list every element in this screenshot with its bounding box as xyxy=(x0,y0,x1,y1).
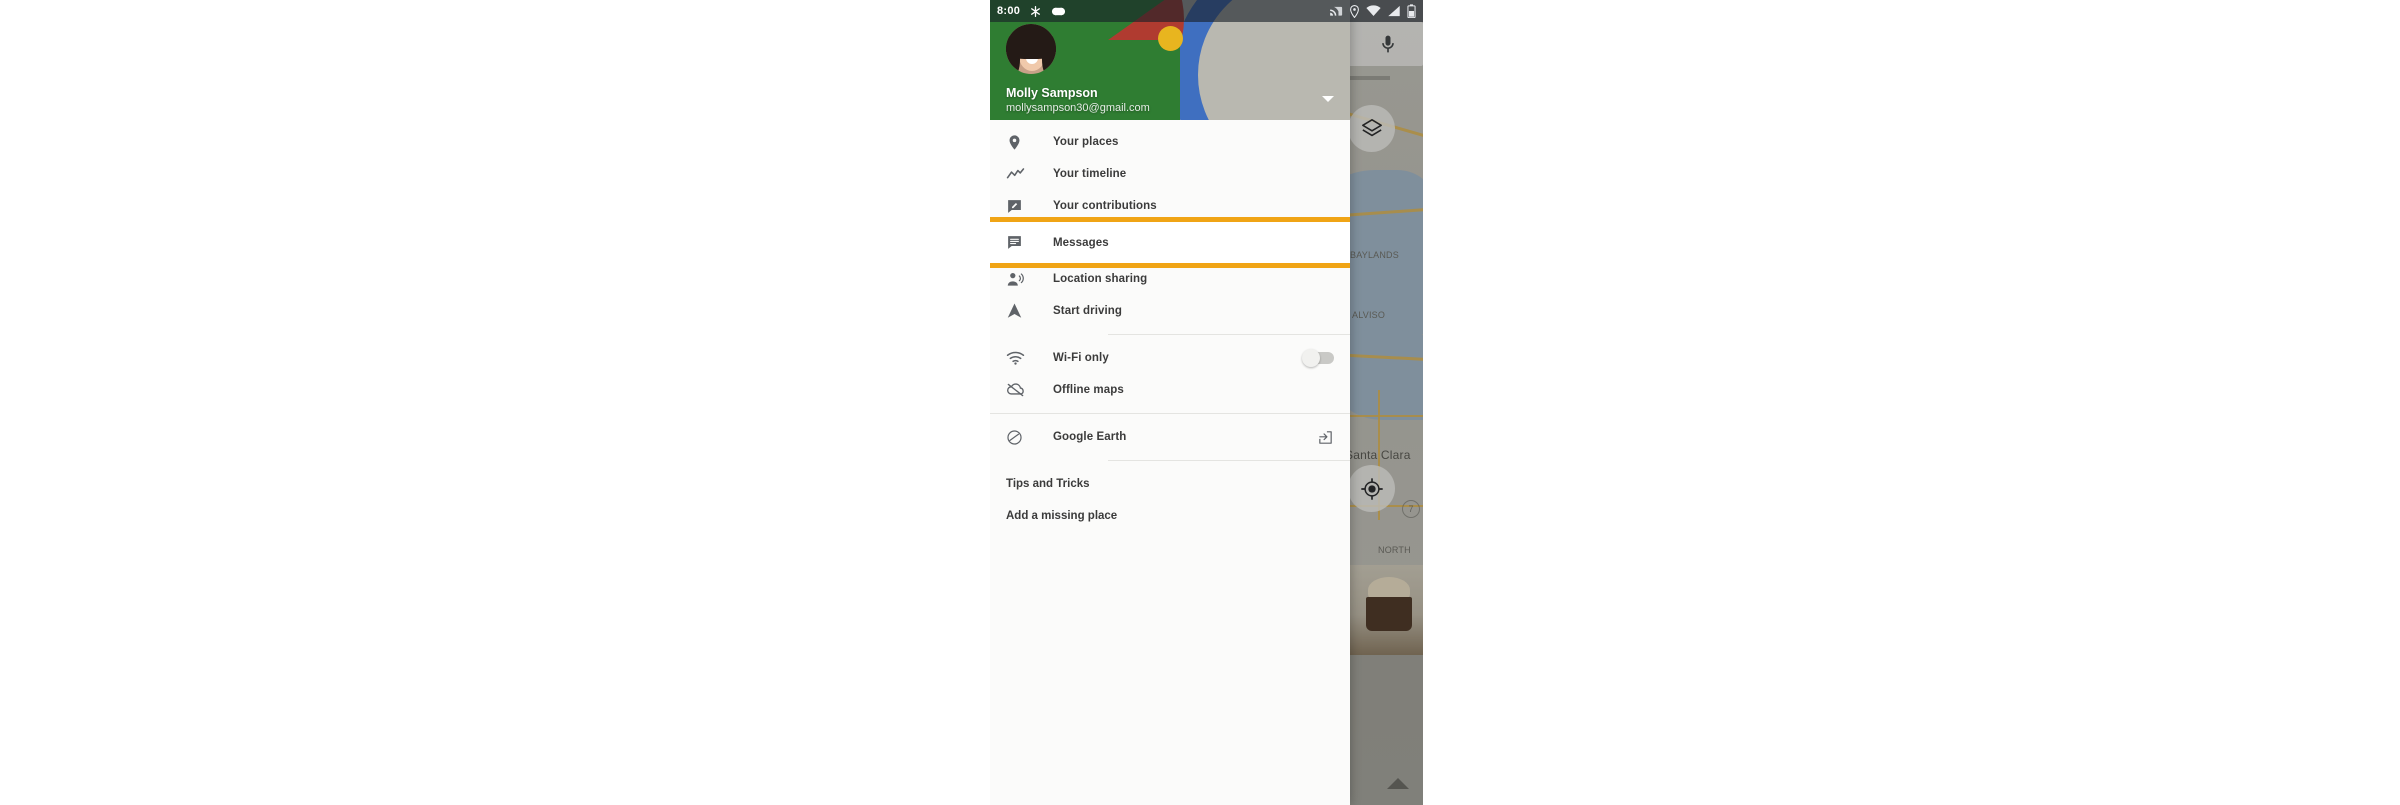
menu-item-label: Your contributions xyxy=(1053,200,1157,212)
menu-item-messages[interactable]: Messages xyxy=(990,217,1350,268)
toggle-knob xyxy=(1302,349,1320,367)
menu-item-add-a-missing-place[interactable]: Add a missing place xyxy=(990,500,1350,532)
wifi-only-toggle[interactable] xyxy=(1302,349,1334,367)
navigation-arrow-icon xyxy=(1006,302,1042,320)
menu-divider xyxy=(1108,334,1350,335)
notification-icon-2 xyxy=(1052,7,1066,15)
chevron-down-icon[interactable] xyxy=(1322,96,1334,102)
drawer-menu-group-primary: Your places Your timeline Your contribut… xyxy=(990,120,1350,532)
menu-item-label: Add a missing place xyxy=(1006,510,1118,522)
wifi-icon xyxy=(1366,5,1381,16)
navigation-drawer: Molly Sampson mollysampson30@gmail.com Y… xyxy=(990,0,1350,805)
wifi-icon xyxy=(1006,350,1042,366)
menu-item-label: Tips and Tricks xyxy=(1006,478,1090,490)
location-sharing-icon xyxy=(1006,271,1042,288)
menu-divider xyxy=(1108,460,1350,461)
menu-item-tips-and-tricks[interactable]: Tips and Tricks xyxy=(990,468,1350,500)
menu-item-label: Your timeline xyxy=(1053,168,1127,180)
timeline-icon xyxy=(1006,166,1042,183)
notification-icon xyxy=(1031,5,1041,17)
menu-item-your-contributions[interactable]: Your contributions xyxy=(990,190,1350,222)
status-bar-time: 8:00 xyxy=(997,5,1021,17)
menu-item-your-places[interactable]: Your places xyxy=(990,126,1350,158)
menu-item-label: Start driving xyxy=(1053,305,1123,317)
message-icon xyxy=(1006,234,1042,251)
header-art-yellow xyxy=(1158,26,1183,51)
cast-icon xyxy=(1330,6,1343,16)
contributions-icon xyxy=(1006,198,1042,215)
status-bar: 8:00 xyxy=(990,0,1423,22)
menu-item-label: Offline maps xyxy=(1053,384,1124,396)
place-pin-icon xyxy=(1006,134,1042,151)
menu-item-label: Location sharing xyxy=(1053,273,1148,285)
account-name: Molly Sampson xyxy=(1006,86,1098,100)
menu-divider xyxy=(990,413,1350,414)
open-external-icon xyxy=(1319,430,1332,444)
phone-screenshot: BAYLANDS ALVISO Santa Clara NORTH 7 7 xyxy=(990,0,1423,805)
menu-item-label: Google Earth xyxy=(1053,431,1127,443)
avatar-hair-right xyxy=(1042,36,1056,74)
signal-icon xyxy=(1388,5,1400,17)
menu-item-label: Wi-Fi only xyxy=(1053,352,1109,364)
menu-item-offline-maps[interactable]: Offline maps xyxy=(990,374,1350,406)
menu-item-start-driving[interactable]: Start driving xyxy=(990,295,1350,327)
account-email: mollysampson30@gmail.com xyxy=(1006,102,1150,114)
menu-item-google-earth[interactable]: Google Earth xyxy=(990,421,1350,453)
toggle-track xyxy=(1302,349,1334,367)
avatar-hair-left xyxy=(1006,36,1020,74)
open-external-button[interactable] xyxy=(1317,429,1334,446)
status-bar-right xyxy=(1329,4,1416,18)
location-icon xyxy=(1350,4,1359,18)
menu-item-location-sharing[interactable]: Location sharing xyxy=(990,263,1350,295)
offline-cloud-icon xyxy=(1006,382,1042,398)
menu-item-label: Messages xyxy=(1053,236,1109,249)
battery-icon xyxy=(1407,4,1416,18)
status-bar-left: 8:00 xyxy=(997,5,1066,18)
menu-item-wifi-only[interactable]: Wi-Fi only xyxy=(990,342,1350,374)
page-root: BAYLANDS ALVISO Santa Clara NORTH 7 7 xyxy=(0,0,2400,805)
earth-icon xyxy=(1006,429,1042,446)
avatar[interactable] xyxy=(1006,24,1056,74)
menu-item-label: Your places xyxy=(1053,136,1119,148)
menu-item-your-timeline[interactable]: Your timeline xyxy=(990,158,1350,190)
